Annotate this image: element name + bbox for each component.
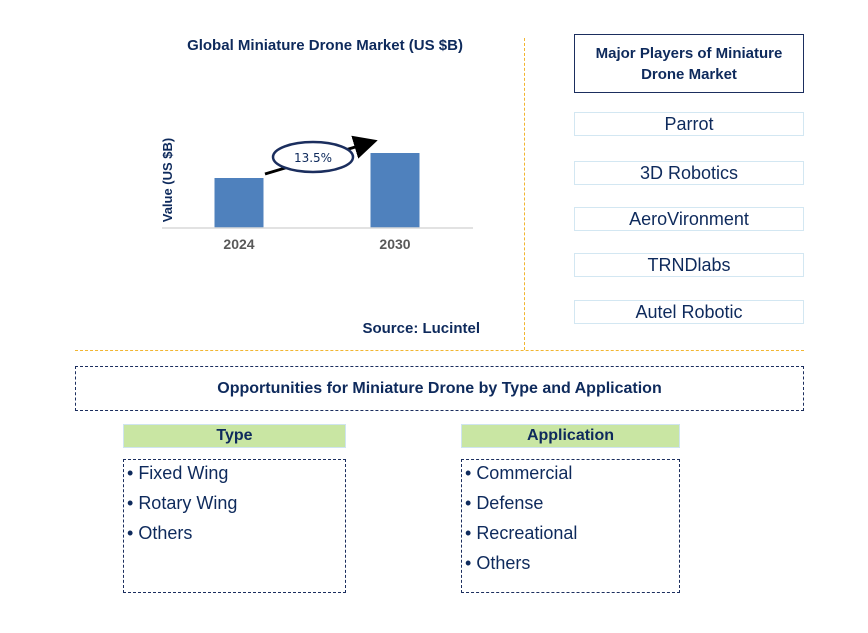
type-item: Fixed Wing [124, 460, 345, 490]
cagr-annotation: 13.5% [264, 135, 378, 176]
x-tick-label: 2030 [379, 236, 410, 252]
player-item: Autel Robotic [574, 300, 804, 324]
application-list: Commercial Defense Recreational Others [461, 459, 680, 593]
application-item: Recreational [462, 520, 679, 550]
type-item: Rotary Wing [124, 490, 345, 520]
bar-2024 [214, 178, 264, 228]
horizontal-divider [75, 350, 804, 351]
chart-title: Global Miniature Drone Market (US $B) [187, 37, 463, 54]
type-header: Type [123, 424, 346, 448]
type-list: Fixed Wing Rotary Wing Others [123, 459, 346, 593]
type-item: Others [124, 520, 345, 550]
source-label: Source: Lucintel [362, 320, 480, 337]
player-item: TRNDlabs [574, 253, 804, 277]
cagr-label: 13.5% [294, 151, 332, 165]
vertical-divider [524, 38, 525, 350]
player-item: Parrot [574, 112, 804, 136]
bar-chart: Value (US $B) 2024 2030 13.5% [160, 135, 473, 252]
player-item: 3D Robotics [574, 161, 804, 185]
application-item: Others [462, 550, 679, 580]
application-item: Commercial [462, 460, 679, 490]
players-title: Major Players of Miniature Drone Market [574, 34, 804, 93]
y-axis-label: Value (US $B) [160, 138, 175, 223]
bar-2030 [370, 153, 420, 228]
x-tick-label: 2024 [223, 236, 254, 252]
application-item: Defense [462, 490, 679, 520]
application-header: Application [461, 424, 680, 448]
opportunities-title: Opportunities for Miniature Drone by Typ… [75, 366, 804, 411]
player-item: AeroVironment [574, 207, 804, 231]
